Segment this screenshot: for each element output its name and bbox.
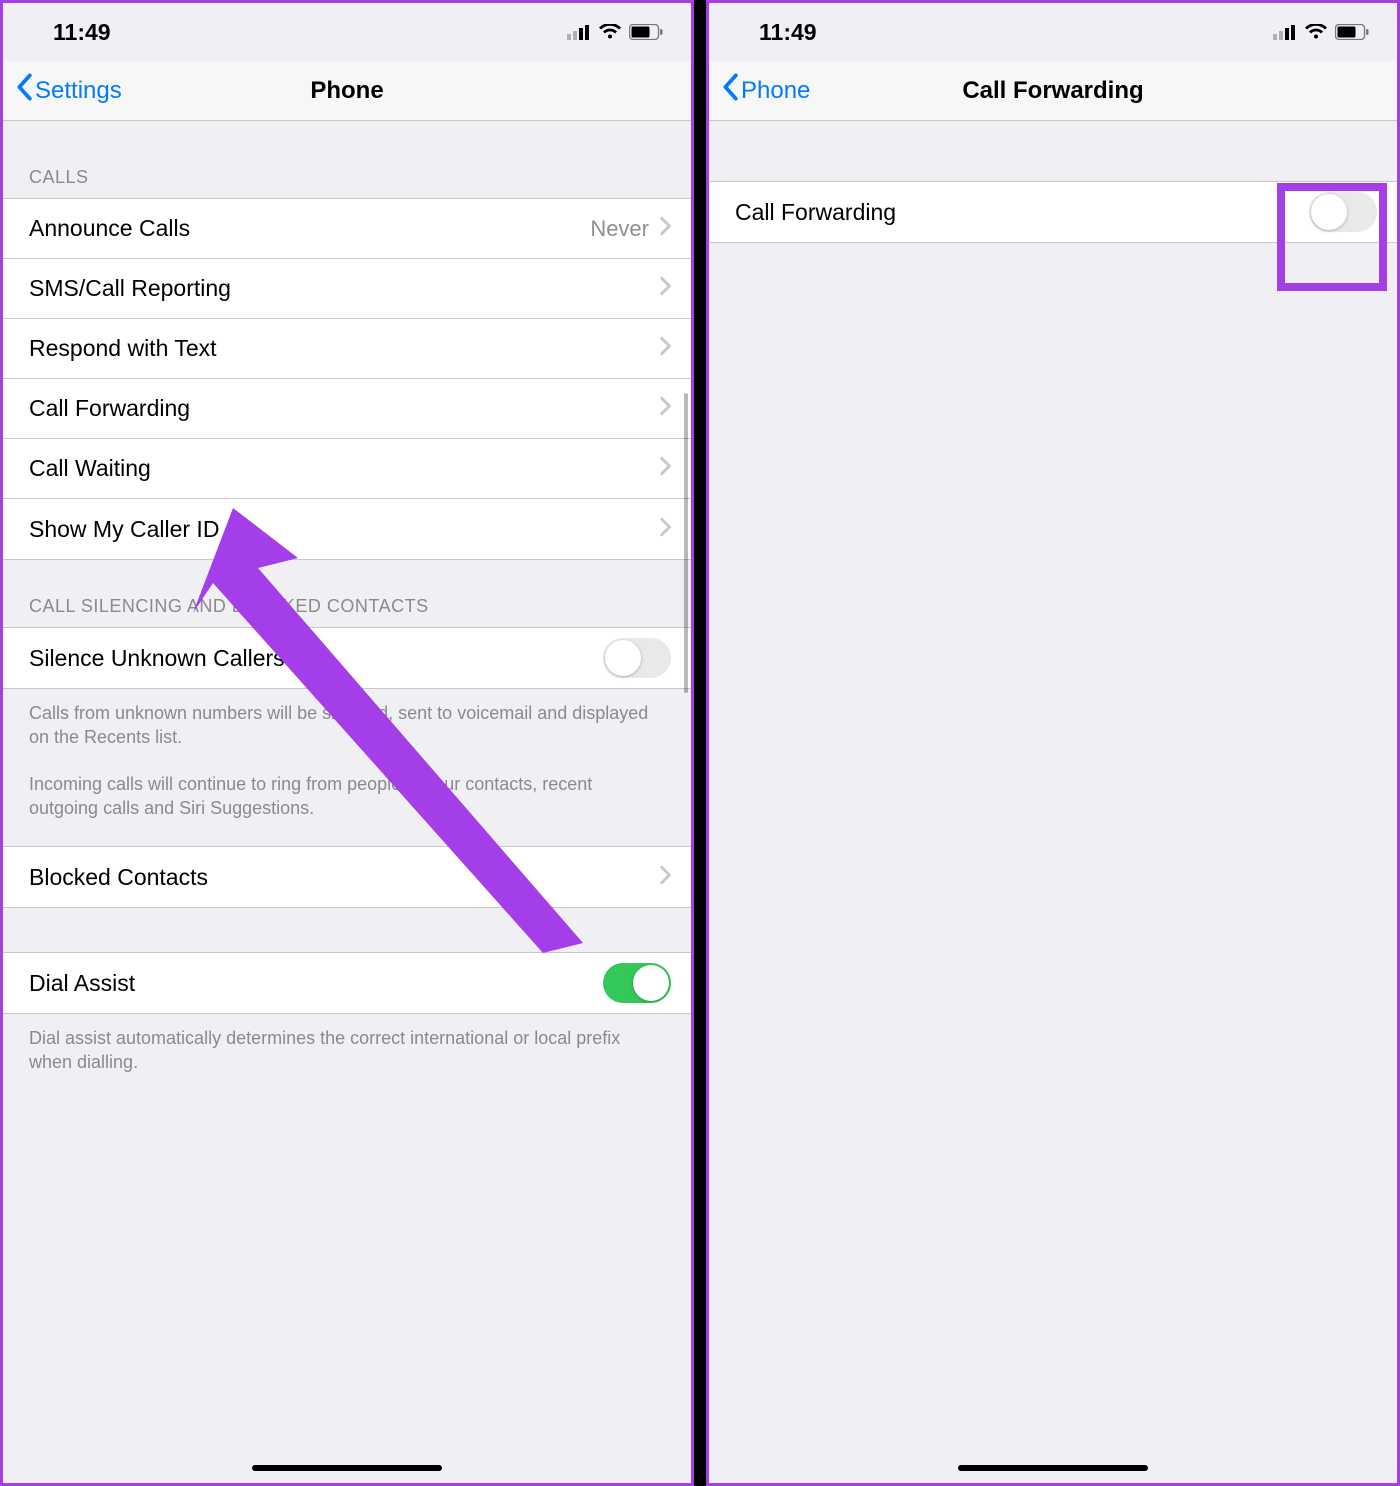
row-label: Call Forwarding <box>29 395 659 422</box>
toggle-silence-unknown[interactable] <box>603 638 671 678</box>
row-value: Never <box>590 216 649 242</box>
chevron-right-icon <box>659 455 671 482</box>
blocked-group: Blocked Contacts <box>3 846 691 908</box>
row-announce-calls[interactable]: Announce Calls Never <box>3 199 691 259</box>
row-call-forwarding[interactable]: Call Forwarding <box>3 379 691 439</box>
row-label: Dial Assist <box>29 970 603 997</box>
dial-assist-group: Dial Assist <box>3 952 691 1014</box>
phone-settings-screen: 11:49 Settings Phone CALLS Announce Call <box>0 0 694 1486</box>
row-call-waiting[interactable]: Call Waiting <box>3 439 691 499</box>
scroll-indicator[interactable] <box>684 393 688 693</box>
silence-footer-1: Calls from unknown numbers will be silen… <box>3 689 691 754</box>
row-label: Announce Calls <box>29 215 590 242</box>
back-label: Phone <box>741 77 810 105</box>
chevron-left-icon <box>721 73 741 108</box>
row-sms-call-reporting[interactable]: SMS/Call Reporting <box>3 259 691 319</box>
row-label: SMS/Call Reporting <box>29 275 659 302</box>
row-label: Blocked Contacts <box>29 864 659 891</box>
row-label: Silence Unknown Callers <box>29 645 603 672</box>
home-indicator[interactable] <box>252 1465 442 1471</box>
row-label: Show My Caller ID <box>29 516 659 543</box>
row-call-forwarding-toggle[interactable]: Call Forwarding <box>709 182 1397 242</box>
wifi-icon <box>1305 19 1327 46</box>
calls-group: Announce Calls Never SMS/Call Reporting … <box>3 198 691 560</box>
cellular-signal-icon <box>567 19 591 46</box>
status-icons <box>1273 19 1369 46</box>
row-blocked-contacts[interactable]: Blocked Contacts <box>3 847 691 907</box>
row-label: Call Waiting <box>29 455 659 482</box>
status-bar: 11:49 <box>709 3 1397 61</box>
call-forwarding-screen: 11:49 Phone Call Forwarding Call Forward… <box>706 0 1400 1486</box>
chevron-right-icon <box>659 335 671 362</box>
section-header-calls: CALLS <box>3 121 691 198</box>
home-indicator[interactable] <box>958 1465 1148 1471</box>
back-button[interactable]: Settings <box>3 73 122 108</box>
status-time: 11:49 <box>31 19 111 46</box>
chevron-right-icon <box>659 395 671 422</box>
wifi-icon <box>599 19 621 46</box>
page-title: Call Forwarding <box>962 77 1143 105</box>
status-time: 11:49 <box>737 19 817 46</box>
chevron-left-icon <box>15 73 35 108</box>
battery-icon <box>1335 19 1369 46</box>
row-silence-unknown[interactable]: Silence Unknown Callers <box>3 628 691 688</box>
row-label: Call Forwarding <box>735 199 1309 226</box>
toggle-dial-assist[interactable] <box>603 963 671 1003</box>
toggle-call-forwarding[interactable] <box>1309 192 1377 232</box>
status-bar: 11:49 <box>3 3 691 61</box>
nav-bar: Settings Phone <box>3 61 691 121</box>
cellular-signal-icon <box>1273 19 1297 46</box>
back-label: Settings <box>35 77 122 105</box>
back-button[interactable]: Phone <box>709 73 810 108</box>
status-icons <box>567 19 663 46</box>
chevron-right-icon <box>659 275 671 302</box>
row-show-caller-id[interactable]: Show My Caller ID <box>3 499 691 559</box>
battery-icon <box>629 19 663 46</box>
silence-footer-2: Incoming calls will continue to ring fro… <box>3 754 691 847</box>
dial-assist-footer: Dial assist automatically determines the… <box>3 1014 691 1079</box>
nav-bar: Phone Call Forwarding <box>709 61 1397 121</box>
chevron-right-icon <box>659 215 671 242</box>
section-header-silencing: CALL SILENCING AND BLOCKED CONTACTS <box>3 560 691 627</box>
row-dial-assist[interactable]: Dial Assist <box>3 953 691 1013</box>
page-title: Phone <box>310 77 383 105</box>
silencing-group: Silence Unknown Callers <box>3 627 691 689</box>
row-label: Respond with Text <box>29 335 659 362</box>
chevron-right-icon <box>659 516 671 543</box>
call-forwarding-group: Call Forwarding <box>709 181 1397 243</box>
row-respond-with-text[interactable]: Respond with Text <box>3 319 691 379</box>
chevron-right-icon <box>659 864 671 891</box>
